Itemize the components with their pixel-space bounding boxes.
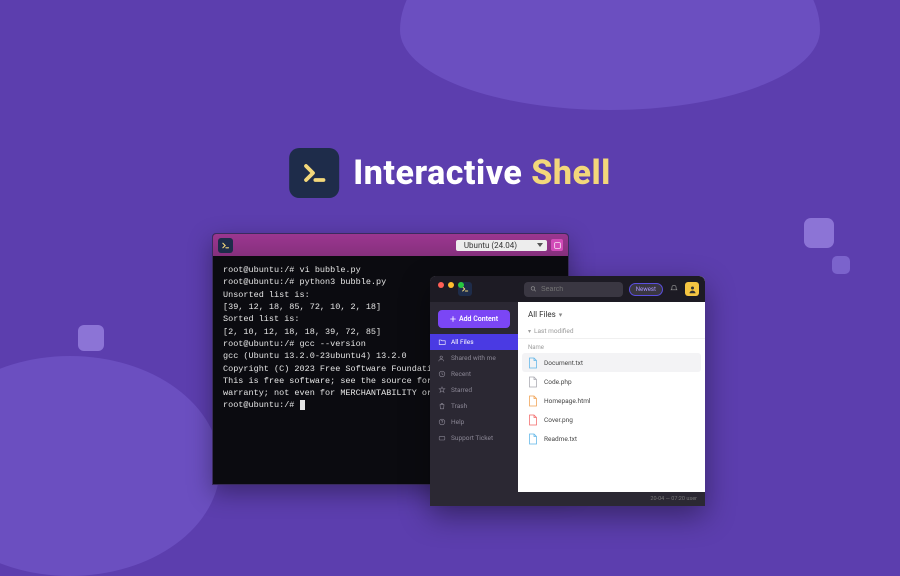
file-row[interactable]: Document.txt xyxy=(522,353,701,372)
file-row[interactable]: Cover.png xyxy=(518,410,705,429)
files-header: Newest xyxy=(518,276,705,302)
sidebar-item-label: Support Ticket xyxy=(451,434,493,442)
users-icon xyxy=(438,354,446,362)
clock-icon xyxy=(438,370,446,378)
folder-icon xyxy=(438,338,446,346)
cursor xyxy=(300,400,305,410)
bg-square xyxy=(78,325,104,351)
search-input[interactable] xyxy=(541,286,617,293)
sidebar-item-support-ticket[interactable]: Support Ticket xyxy=(430,430,518,446)
files-window: Add Content All Files Shared with me Recen… xyxy=(430,276,705,506)
bg-square xyxy=(804,218,834,248)
logo-tile xyxy=(289,148,339,198)
sidebar-item-label: Starred xyxy=(451,386,472,394)
file-icon xyxy=(528,414,538,426)
column-header[interactable]: ▾ Last modified xyxy=(518,323,705,339)
trash-icon xyxy=(438,402,446,410)
files-main: Newest All Files ▾ ▾ Last modified Name … xyxy=(518,276,705,506)
avatar[interactable] xyxy=(685,282,699,296)
maximize-icon[interactable] xyxy=(458,282,464,288)
sidebar-item-recent[interactable]: Recent xyxy=(430,366,518,382)
bell-icon[interactable] xyxy=(669,284,679,294)
bg-blob xyxy=(0,356,220,576)
sidebar-item-help[interactable]: Help xyxy=(430,414,518,430)
terminal-tab[interactable]: Ubuntu (24.04) xyxy=(456,240,547,251)
sidebar-item-trash[interactable]: Trash xyxy=(430,398,518,414)
add-content-button[interactable]: Add Content xyxy=(438,310,510,328)
sidebar-item-shared-with-me[interactable]: Shared with me xyxy=(430,350,518,366)
bg-square xyxy=(832,256,850,274)
file-name: Cover.png xyxy=(544,416,573,424)
terminal-app-icon xyxy=(218,238,233,253)
search-icon xyxy=(530,285,537,293)
file-list: Document.txt Code.php Homepage.html Cover.p… xyxy=(518,353,705,448)
file-row[interactable]: Readme.txt xyxy=(518,429,705,448)
breadcrumb-label: All Files xyxy=(528,310,556,319)
file-row[interactable]: Homepage.html xyxy=(518,391,705,410)
file-icon xyxy=(528,357,538,369)
file-name: Code.php xyxy=(544,378,572,386)
window-controls[interactable] xyxy=(438,282,464,288)
search-box[interactable] xyxy=(524,282,623,297)
prompt-icon xyxy=(300,159,328,187)
help-icon xyxy=(438,418,446,426)
close-icon[interactable] xyxy=(438,282,444,288)
file-icon xyxy=(528,395,538,407)
title-word-1: Interactive xyxy=(353,153,531,193)
sidebar-item-label: All Files xyxy=(451,338,474,346)
file-row[interactable]: Code.php xyxy=(518,372,705,391)
file-icon xyxy=(528,376,538,388)
add-content-label: Add Content xyxy=(459,315,498,323)
sort-arrow-icon: ▾ xyxy=(528,328,531,335)
terminal-line: root@ubuntu:/# vi bubble.py xyxy=(223,264,558,276)
sort-pill[interactable]: Newest xyxy=(629,283,663,296)
sidebar-item-all-files[interactable]: All Files xyxy=(430,334,518,350)
name-column-label: Name xyxy=(518,339,705,353)
new-tab-button[interactable] xyxy=(551,239,563,251)
sidebar-item-label: Trash xyxy=(451,402,467,410)
sidebar-item-label: Shared with me xyxy=(451,354,496,362)
chevron-down-icon: ▾ xyxy=(559,311,563,319)
file-name: Document.txt xyxy=(544,359,583,367)
product-title: Interactive Shell xyxy=(289,148,611,198)
terminal-titlebar[interactable]: Ubuntu (24.04) xyxy=(213,234,568,256)
avatar-icon xyxy=(688,285,697,294)
column-label: Last modified xyxy=(534,327,574,335)
files-footer: 20-04 — 07:20 user xyxy=(518,492,705,506)
sidebar-item-starred[interactable]: Starred xyxy=(430,382,518,398)
bg-blob xyxy=(400,0,820,110)
files-sidebar: Add Content All Files Shared with me Recen… xyxy=(430,276,518,506)
plus-icon xyxy=(450,316,456,322)
file-icon xyxy=(528,433,538,445)
breadcrumb[interactable]: All Files ▾ xyxy=(518,302,705,323)
sidebar-item-label: Help xyxy=(451,418,464,426)
title-word-2: Shell xyxy=(531,153,611,193)
file-name: Homepage.html xyxy=(544,397,590,405)
file-name: Readme.txt xyxy=(544,435,577,443)
sidebar-item-label: Recent xyxy=(451,370,471,378)
ticket-icon xyxy=(438,434,446,442)
minimize-icon[interactable] xyxy=(448,282,454,288)
footer-text: 20-04 — 07:20 user xyxy=(650,496,697,502)
star-icon xyxy=(438,386,446,394)
